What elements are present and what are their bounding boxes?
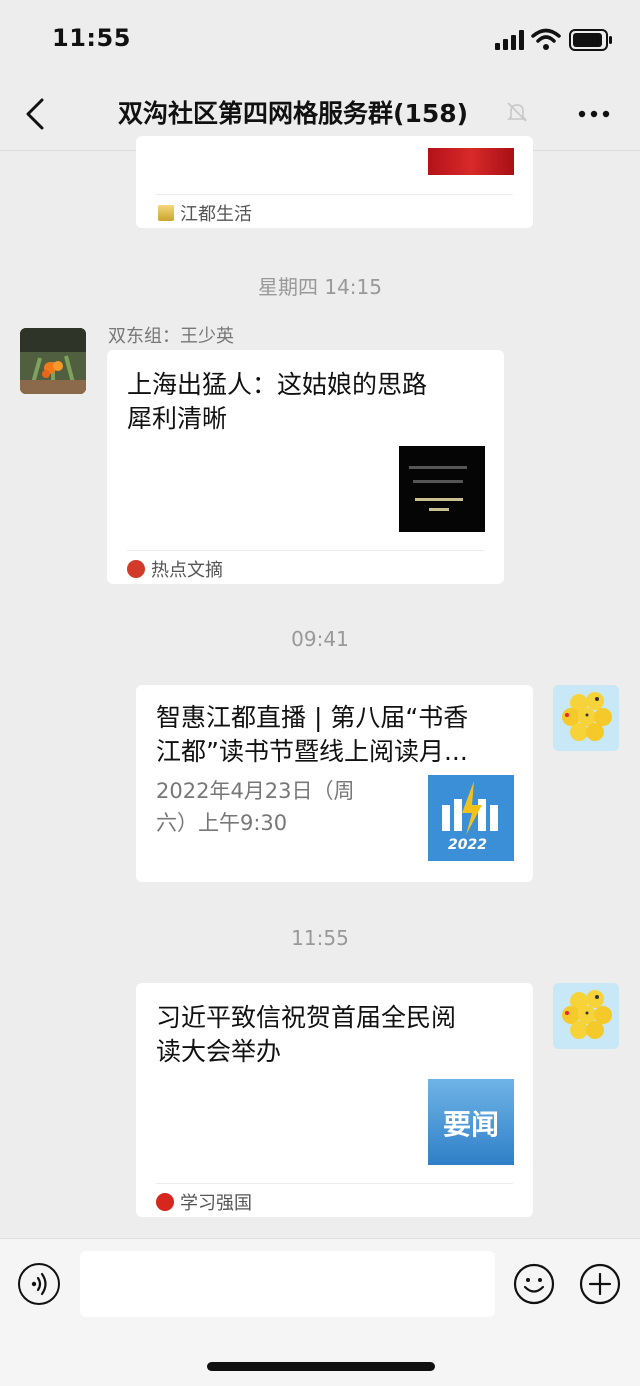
article-description-line1: 2022年4月23日（周 <box>156 779 355 803</box>
timestamp: 11:55 <box>291 926 349 950</box>
group-name: 双沟社区第四网格服务群 <box>118 99 394 128</box>
source-label: 学习强国 <box>156 1189 252 1215</box>
article-title-line2: 读大会举办 <box>156 1037 282 1066</box>
my-avatar[interactable] <box>553 685 619 751</box>
article-card-shanghai[interactable]: 上海出猛人：这姑娘的思路 犀利清晰 热点文摘 <box>107 350 504 584</box>
plus-icon[interactable] <box>579 1263 621 1305</box>
card-divider <box>127 550 484 551</box>
sender-avatar[interactable] <box>20 328 86 394</box>
flower-avatar-icon <box>20 328 86 394</box>
sender-name: 双东组：王少英 <box>108 326 234 347</box>
xuexi-logo-icon <box>156 1193 174 1211</box>
jiangdu-life-logo-icon <box>158 205 174 221</box>
article-description-line2: 六）上午9:30 <box>156 811 288 835</box>
emoji-balloons-avatar-icon <box>553 685 619 751</box>
article-title-line1: 上海出猛人：这姑娘的思路 <box>127 370 428 399</box>
message-input[interactable] <box>80 1251 495 1317</box>
timestamp: 09:41 <box>291 627 349 651</box>
more-icon[interactable] <box>576 108 612 120</box>
source-name: 学习强国 <box>180 1193 252 1214</box>
battery-icon <box>569 29 612 51</box>
emoji-icon[interactable] <box>513 1263 555 1305</box>
source-name: 热点文摘 <box>151 560 223 581</box>
timestamp: 星期四 14:15 <box>258 275 382 299</box>
article-thumbnail: 2022 <box>428 775 514 861</box>
home-indicator <box>207 1362 435 1371</box>
article-title-line2: 江都”读书节暨线上阅读月... <box>156 737 468 766</box>
source-label: 热点文摘 <box>127 556 223 582</box>
voice-waves-icon <box>31 1272 47 1296</box>
status-time: 11:55 <box>52 24 131 52</box>
mute-bell-icon <box>507 102 527 122</box>
chat-title: 双沟社区第四网格服务群(158) <box>118 94 468 130</box>
cellular-signal-icon <box>495 30 524 50</box>
article-thumbnail: 要闻 <box>428 1079 514 1165</box>
source-label: 江都生活 <box>158 200 252 226</box>
article-thumbnail <box>399 446 485 532</box>
source-name: 江都生活 <box>180 204 252 225</box>
my-avatar[interactable] <box>553 983 619 1049</box>
thumbnail-year: 2022 <box>448 837 487 853</box>
article-title-line1: 习近平致信祝贺首届全民阅 <box>156 1003 457 1032</box>
article-thumbnail <box>428 148 514 175</box>
article-title-line1: 智惠江都直播 | 第八届“书香 <box>156 703 469 732</box>
hot-digest-logo-icon <box>127 560 145 578</box>
wifi-icon <box>531 28 561 50</box>
article-title-line2: 犀利清晰 <box>127 404 228 433</box>
thumbnail-text: 要闻 <box>442 1108 499 1141</box>
emoji-balloons-avatar-icon <box>553 983 619 1049</box>
voice-icon[interactable] <box>18 1263 60 1305</box>
card-divider <box>156 1183 513 1184</box>
article-card-reading-festival[interactable]: 智惠江都直播 | 第八届“书香 江都”读书节暨线上阅读月... 2022年4月2… <box>136 685 533 882</box>
member-count: (158) <box>393 99 469 128</box>
back-chevron-icon[interactable] <box>20 96 52 132</box>
card-divider <box>156 194 513 195</box>
article-card-xuexi[interactable]: 习近平致信祝贺首届全民阅 读大会举办 要闻 学习强国 <box>136 983 533 1217</box>
article-card-jiangdu-life[interactable]: 江都生活 <box>136 136 533 228</box>
